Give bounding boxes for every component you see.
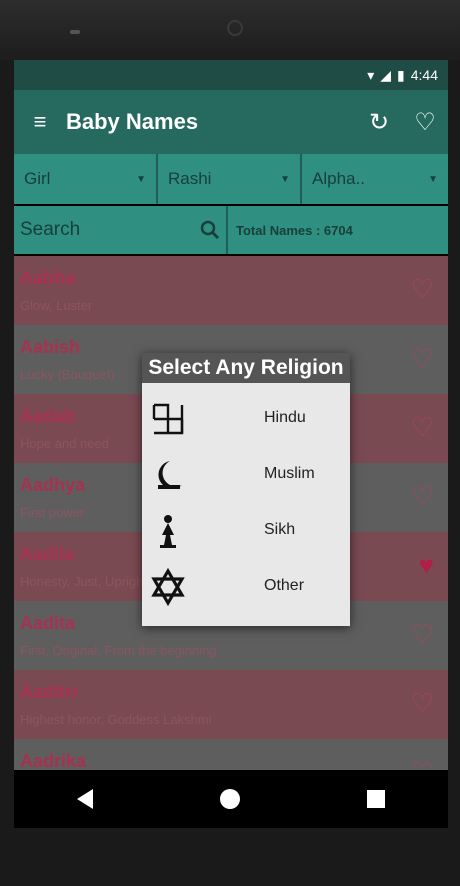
status-bar: ▾ ◢ ▮ 4:44: [14, 60, 448, 90]
heart-outline-icon[interactable]: ♡: [411, 688, 434, 719]
baby-name: Aadita: [20, 613, 76, 633]
name-meaning: Lucky (Bouquet): [20, 367, 115, 382]
search-row: Search Total Names : 6704: [14, 206, 448, 254]
refresh-icon[interactable]: ↻: [356, 108, 402, 137]
option-sikh[interactable]: Sikh: [142, 507, 350, 555]
dialog-title: Select Any Religion: [142, 353, 350, 383]
search-input[interactable]: Search: [14, 206, 228, 254]
khanda-figure-icon: [160, 515, 176, 548]
list-item[interactable]: Aabha Glow, Luster ♡: [14, 256, 448, 325]
religion-dialog: Select Any Religion Hindu Muslim Sikh Ot…: [142, 353, 350, 626]
type-value: Rashi: [168, 169, 212, 188]
name-meaning: Highest honor, Goddess Lakshmi: [20, 712, 212, 727]
baby-name: Aabha: [20, 268, 76, 288]
gender-dropdown[interactable]: Girl ▼: [14, 154, 158, 204]
list-item[interactable]: Aaditri Highest honor, Goddess Lakshmi ♡: [14, 670, 448, 739]
hamburger-icon[interactable]: ≡: [14, 109, 66, 135]
name-meaning: Hope and need: [20, 436, 109, 451]
search-placeholder: Search: [20, 219, 81, 240]
phone-screen: ▾ ◢ ▮ 4:44 ≡ Baby Names ↻ ♡ Girl ▼ Rashi…: [14, 60, 448, 828]
swastika-icon: [152, 403, 184, 435]
option-hindu[interactable]: Hindu: [142, 395, 350, 443]
name-meaning: Glow, Luster: [20, 298, 93, 313]
heart-outline-icon[interactable]: ♡: [411, 481, 434, 512]
heart-outline-icon[interactable]: ♡: [411, 412, 434, 443]
total-names: Total Names : 6704: [236, 222, 353, 238]
status-time: 4:44: [410, 67, 438, 83]
baby-name: Aadab: [20, 406, 76, 426]
signal-icon: ◢: [380, 66, 392, 83]
option-label: Hindu: [264, 409, 306, 426]
gender-value: Girl: [24, 169, 51, 188]
baby-name: Aadila: [20, 544, 75, 564]
device-bezel-top: [0, 0, 460, 60]
list-item[interactable]: Aadrika ♡: [14, 739, 448, 770]
speaker: [70, 30, 80, 34]
front-camera: [227, 20, 243, 36]
back-icon[interactable]: [77, 789, 94, 809]
app-bar: ≡ Baby Names ↻ ♡: [14, 90, 448, 154]
wifi-icon: ▾: [367, 66, 375, 83]
sort-dropdown[interactable]: Alpha.. ▼: [302, 154, 448, 204]
name-meaning: First power: [20, 505, 85, 520]
navigation-bar: [14, 770, 448, 828]
heart-filled-icon[interactable]: ♥: [419, 550, 434, 581]
baby-name: Aaditri: [20, 682, 78, 702]
heart-outline-icon[interactable]: ♡: [411, 274, 434, 305]
search-icon[interactable]: [200, 220, 220, 240]
battery-icon: ▮: [397, 66, 405, 83]
sort-value: Alpha..: [312, 169, 365, 188]
star-of-david-icon: [151, 567, 185, 607]
heart-outline-icon[interactable]: ♡: [402, 108, 448, 137]
option-label: Muslim: [264, 465, 315, 482]
chevron-down-icon: ▼: [136, 173, 146, 185]
home-icon[interactable]: [219, 789, 240, 809]
recents-icon[interactable]: [366, 790, 385, 808]
option-label: Sikh: [264, 521, 296, 538]
baby-name: Aadhya: [20, 475, 86, 495]
device-bezel-bottom: [0, 828, 460, 886]
chevron-down-icon: ▼: [280, 173, 290, 185]
option-label: Other: [264, 577, 305, 594]
option-muslim[interactable]: Muslim: [142, 451, 350, 499]
type-dropdown[interactable]: Rashi ▼: [158, 154, 302, 204]
option-other[interactable]: Other: [142, 563, 350, 611]
chevron-down-icon: ▼: [428, 173, 438, 185]
heart-outline-icon[interactable]: ♡: [411, 619, 434, 650]
heart-outline-icon[interactable]: ♡: [411, 757, 434, 770]
baby-name: Aadrika: [20, 751, 87, 770]
heart-outline-icon[interactable]: ♡: [411, 343, 434, 374]
name-meaning: First, Original, From the beginning: [20, 643, 217, 658]
filter-bar: Girl ▼ Rashi ▼ Alpha.. ▼: [14, 154, 448, 204]
app-title: Baby Names: [66, 109, 199, 134]
baby-name: Aabish: [20, 337, 81, 357]
crescent-icon: [158, 461, 182, 489]
